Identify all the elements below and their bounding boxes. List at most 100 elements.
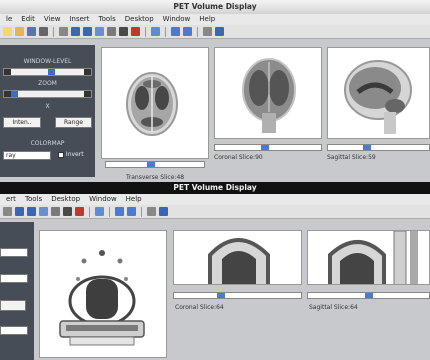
toolbar-separator	[197, 26, 198, 37]
rotate-3d-icon[interactable]	[107, 27, 116, 36]
menu-help[interactable]: Help	[126, 194, 142, 205]
zoom-in-icon[interactable]	[71, 27, 80, 36]
sagittal-slice-label: Sagittal Slice:59	[327, 154, 376, 161]
interp-button[interactable]: Inten..	[3, 117, 41, 128]
menu-window[interactable]: Window	[163, 14, 191, 25]
brush-icon[interactable]	[75, 207, 84, 216]
link-icon[interactable]	[151, 27, 160, 36]
sagittal-slice-slider[interactable]	[307, 292, 430, 299]
coronal-slice-slider[interactable]	[214, 144, 322, 151]
show-tools-icon[interactable]	[159, 207, 168, 216]
transverse-body-image	[59, 250, 145, 346]
invert-label: Invert	[65, 151, 84, 158]
pan-icon[interactable]	[95, 27, 104, 36]
print-icon[interactable]	[39, 27, 48, 36]
hide-tools-icon[interactable]	[147, 207, 156, 216]
legend-icon[interactable]	[127, 207, 136, 216]
panel-dropdown[interactable]	[0, 248, 28, 257]
coronal-body-image	[208, 238, 270, 284]
slider-thumb[interactable]	[261, 145, 270, 150]
coronal-view[interactable]	[173, 230, 302, 285]
menu-edit[interactable]: Edit	[21, 14, 35, 25]
data-cursor-icon[interactable]	[119, 27, 128, 36]
menu-insert[interactable]: ert	[6, 194, 16, 205]
window-level-slider[interactable]	[3, 68, 92, 76]
panel-button[interactable]	[0, 300, 26, 311]
colormap-dropdown[interactable]: ray	[3, 151, 51, 160]
rotate-3d-icon[interactable]	[51, 207, 60, 216]
window-level-label: WINDOW-LEVEL	[23, 58, 72, 65]
toolbar-separator	[165, 26, 166, 37]
invert-checkbox[interactable]: Invert	[58, 151, 84, 158]
show-tools-icon[interactable]	[215, 27, 224, 36]
menu-insert[interactable]: Insert	[69, 14, 89, 25]
toolbar-separator	[53, 26, 54, 37]
new-file-icon[interactable]	[3, 27, 12, 36]
slider-left-arrow-icon[interactable]	[4, 91, 11, 97]
toolbar-separator	[141, 206, 142, 217]
slider-right-arrow-icon[interactable]	[84, 91, 91, 97]
panel-dropdown[interactable]	[0, 274, 28, 283]
toolbar-separator	[89, 206, 90, 217]
control-panel	[0, 222, 34, 360]
zoom-out-icon[interactable]	[83, 27, 92, 36]
toolbar	[0, 205, 430, 219]
menu-file[interactable]: le	[6, 14, 12, 25]
transverse-slice-slider[interactable]	[105, 161, 205, 168]
menu-tools[interactable]: Tools	[25, 194, 42, 205]
slider-right-arrow-icon[interactable]	[84, 69, 91, 75]
toolbar	[0, 25, 430, 39]
coronal-view[interactable]	[214, 47, 322, 139]
menu-help[interactable]: Help	[199, 14, 215, 25]
toolbar-separator	[145, 26, 146, 37]
sagittal-slice-slider[interactable]	[327, 144, 430, 151]
menu-window[interactable]: Window	[89, 194, 117, 205]
transverse-view[interactable]	[39, 230, 167, 358]
colorbar-icon[interactable]	[171, 27, 180, 36]
sagittal-view[interactable]	[327, 47, 430, 139]
window-title: PET Volume Display	[0, 0, 430, 14]
range-button[interactable]: Range	[55, 117, 92, 128]
pointer-icon[interactable]	[59, 27, 68, 36]
toolbar-separator	[109, 206, 110, 217]
sagittal-slice-label: Sagittal Slice:64	[309, 304, 358, 311]
transverse-view[interactable]	[101, 47, 209, 159]
pet-volume-window-2: PET Volume Display ert Tools Desktop Win…	[0, 182, 430, 360]
brush-icon[interactable]	[131, 27, 140, 36]
coronal-slice-label: Coronal Slice:64	[175, 304, 224, 311]
slider-thumb[interactable]	[10, 91, 18, 97]
menu-tools[interactable]: Tools	[99, 14, 116, 25]
sagittal-brain-image	[344, 60, 412, 134]
save-icon[interactable]	[27, 27, 36, 36]
slider-thumb[interactable]	[363, 145, 372, 150]
slider-thumb[interactable]	[146, 162, 155, 167]
slider-thumb[interactable]	[364, 293, 373, 298]
coronal-brain-image	[242, 58, 296, 133]
menu-bar: le Edit View Insert Tools Desktop Window…	[0, 14, 430, 25]
menu-view[interactable]: View	[44, 14, 61, 25]
colormap-value: ray	[6, 152, 16, 159]
link-icon[interactable]	[95, 207, 104, 216]
transverse-brain-image	[126, 72, 178, 136]
zoom-in-icon[interactable]	[15, 207, 24, 216]
legend-icon[interactable]	[183, 27, 192, 36]
menu-desktop[interactable]: Desktop	[51, 194, 80, 205]
checkbox-box[interactable]	[58, 151, 64, 158]
pan-icon[interactable]	[39, 207, 48, 216]
control-panel: WINDOW-LEVEL ZOOM X Inten.. Range COLORM…	[0, 45, 95, 177]
pointer-icon[interactable]	[3, 207, 12, 216]
slider-thumb[interactable]	[47, 69, 55, 75]
slider-left-arrow-icon[interactable]	[4, 69, 11, 75]
colorbar-icon[interactable]	[115, 207, 124, 216]
slider-thumb[interactable]	[216, 293, 225, 298]
coronal-slice-slider[interactable]	[173, 292, 302, 299]
zoom-out-icon[interactable]	[27, 207, 36, 216]
hide-tools-icon[interactable]	[203, 27, 212, 36]
open-folder-icon[interactable]	[15, 27, 24, 36]
zoom-slider[interactable]	[3, 90, 92, 98]
menu-desktop[interactable]: Desktop	[125, 14, 154, 25]
sagittal-view[interactable]	[307, 230, 430, 285]
x-label: X	[45, 103, 50, 110]
data-cursor-icon[interactable]	[63, 207, 72, 216]
panel-dropdown[interactable]	[0, 326, 28, 335]
